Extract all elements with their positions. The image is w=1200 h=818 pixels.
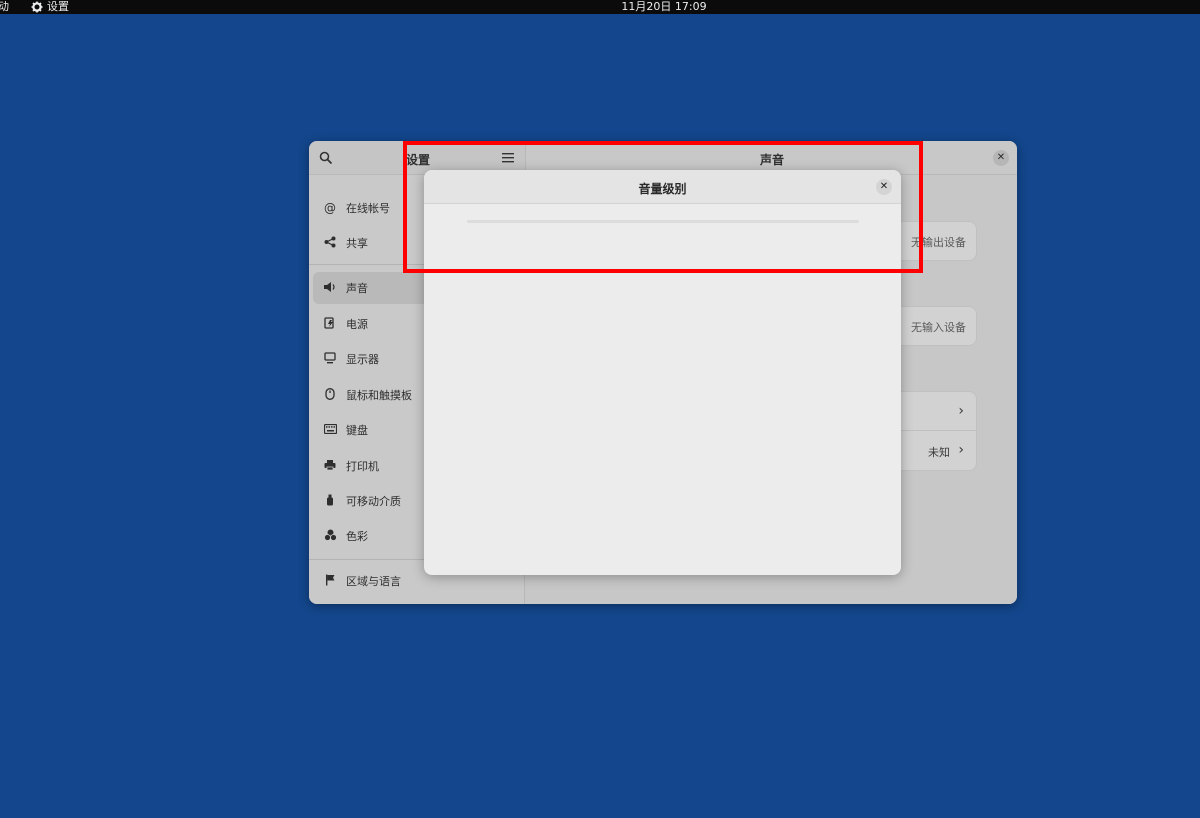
- sidebar-item-label: 可移动介质: [346, 495, 401, 508]
- sidebar-item-label: 在线帐号: [346, 202, 390, 215]
- display-icon: [323, 352, 337, 366]
- color-icon: [323, 529, 337, 543]
- sidebar-item-label: 区域与语言: [346, 575, 401, 588]
- sidebar-item-label: 显示器: [346, 353, 379, 366]
- sidebar-title: 设置: [406, 153, 431, 167]
- hamburger-menu-icon[interactable]: [502, 152, 514, 163]
- at-icon: @: [324, 201, 336, 215]
- clock[interactable]: 11月20日 17:09: [0, 0, 1200, 14]
- search-icon[interactable]: [319, 151, 333, 165]
- chevron-right-icon: ›: [958, 442, 964, 458]
- dialog-title: 音量级别: [638, 182, 687, 196]
- volume-levels-dialog: 音量级别 ✕: [424, 170, 901, 575]
- sidebar-item-label: 键盘: [346, 424, 368, 437]
- sidebar-item-label: 电源: [346, 318, 368, 331]
- sidebar-item-label: 打印机: [346, 460, 379, 473]
- top-bar: 动 设置 11月20日 17:09: [0, 0, 1200, 14]
- sidebar-item-label: 色彩: [346, 530, 368, 543]
- sidebar-item-label: 共享: [346, 237, 368, 250]
- alert-sound-value: 未知: [928, 446, 950, 459]
- speaker-icon: [323, 281, 337, 295]
- mouse-icon: [323, 388, 337, 402]
- dialog-header: 音量级别 ✕: [424, 170, 901, 204]
- window-close-button[interactable]: ✕: [993, 150, 1009, 166]
- page-title: 声音: [759, 153, 784, 167]
- chevron-right-icon: ›: [958, 403, 964, 419]
- flag-icon: [323, 574, 337, 588]
- power-icon: [323, 317, 337, 331]
- printer-icon: [323, 459, 337, 473]
- volume-level-bar: [467, 220, 859, 223]
- share-icon: [323, 236, 337, 250]
- usb-icon: [323, 494, 337, 508]
- output-device-text: 无输出设备: [911, 236, 966, 249]
- sidebar-item-label: 声音: [346, 282, 368, 295]
- input-device-text: 无输入设备: [911, 321, 966, 334]
- sidebar-item-label: 鼠标和触摸板: [346, 389, 412, 402]
- keyboard-icon: [323, 423, 337, 437]
- dialog-close-button[interactable]: ✕: [876, 179, 892, 195]
